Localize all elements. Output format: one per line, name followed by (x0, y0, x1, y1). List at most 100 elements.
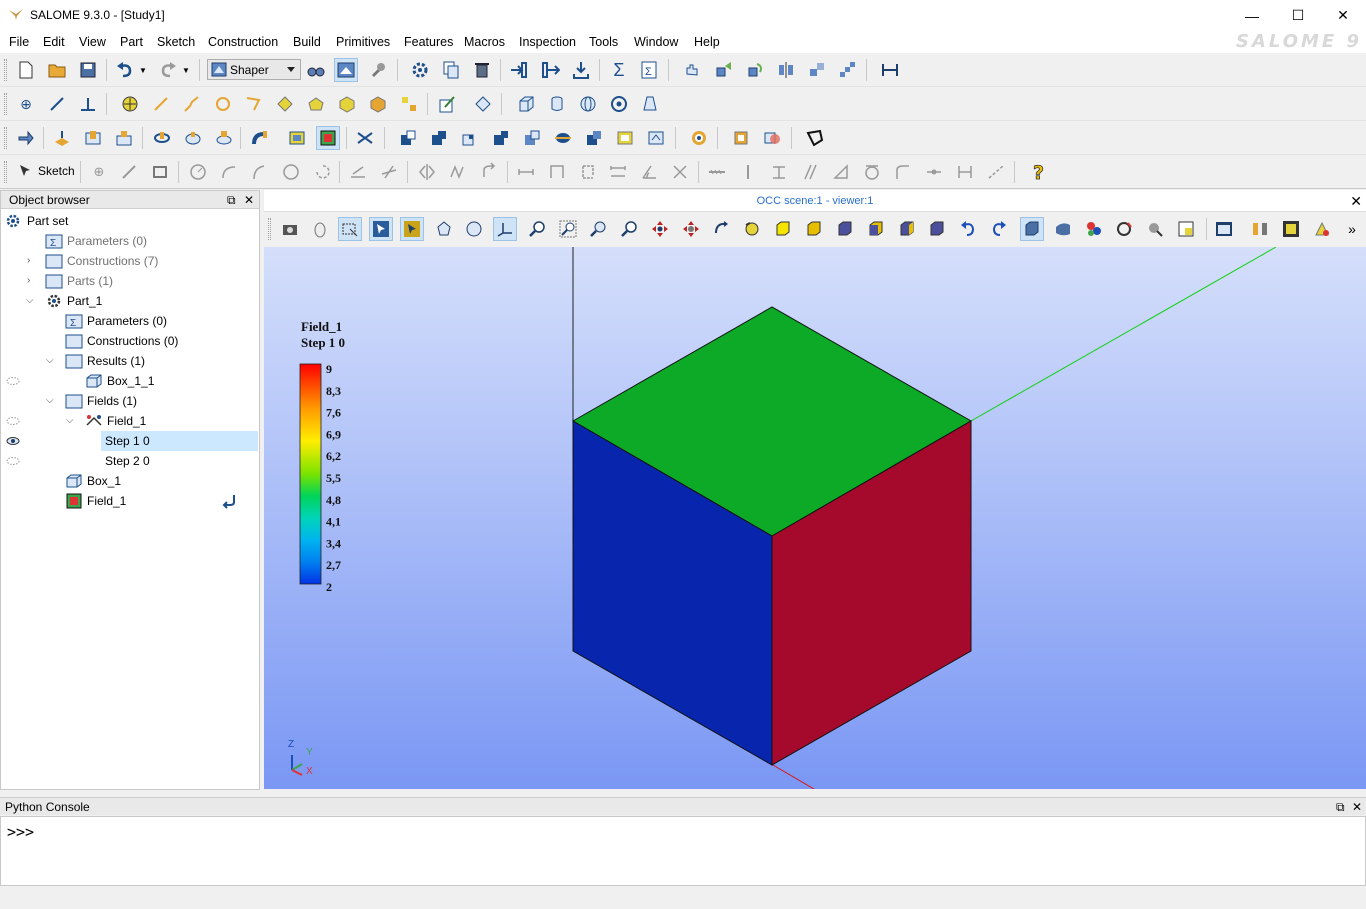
tree-item-part-parameters[interactable]: Σ Parameters (0) (65, 311, 167, 331)
sketch-perpendicular-button[interactable] (829, 160, 853, 184)
polygon-selection-button[interactable] (432, 217, 456, 241)
3d-scene-canvas[interactable]: Field_1 Step 1 0 9 8,3 7,6 6,9 6,2 5,5 4,8 4,1 3… (264, 247, 1366, 789)
python-console-toggle[interactable] (366, 58, 390, 82)
loft-button[interactable] (285, 126, 309, 150)
export-button[interactable] (538, 58, 562, 82)
sketch-line-button[interactable] (117, 160, 141, 184)
group-operations-button[interactable] (760, 126, 784, 150)
global-pan-button[interactable] (679, 217, 703, 241)
recover-button[interactable] (644, 126, 668, 150)
tree-item-step-1-0[interactable]: Step 1 0 (105, 431, 150, 451)
point-button[interactable]: ⊕ (14, 92, 38, 116)
reset-view-button[interactable] (1020, 217, 1044, 241)
scaling-button[interactable] (1143, 217, 1167, 241)
save-document-button[interactable] (76, 58, 100, 82)
tree-item-parameters[interactable]: Σ Parameters (0) (45, 231, 147, 251)
sketch-trim-button[interactable] (545, 160, 569, 184)
close-viewer-icon[interactable]: ✕ (1350, 193, 1362, 210)
front-view-button[interactable] (771, 217, 795, 241)
sketch-equal-button[interactable] (953, 160, 977, 184)
menu-view[interactable]: View (79, 35, 106, 49)
cone-button[interactable] (638, 92, 662, 116)
sketch-button[interactable]: Sketch (18, 163, 75, 179)
redo-button[interactable] (156, 58, 180, 82)
fit-selection-button[interactable] (586, 217, 610, 241)
rotate-clockwise-button[interactable] (987, 217, 1011, 241)
tree-item-constructions[interactable]: Constructions (7) (45, 251, 158, 271)
fuse-button[interactable] (427, 126, 451, 150)
menu-part[interactable]: Part (120, 35, 143, 49)
sketch-mirror-button[interactable] (415, 160, 439, 184)
position-button-3[interactable] (743, 58, 767, 82)
tree-item-results[interactable]: Results (1) (65, 351, 145, 371)
synchronize-button[interactable] (1248, 217, 1272, 241)
sketch-translation-button[interactable] (446, 160, 470, 184)
sketch-offset-button[interactable] (606, 160, 630, 184)
left-view-button[interactable] (895, 217, 919, 241)
cut-button[interactable] (396, 126, 420, 150)
wire-button[interactable] (180, 92, 204, 116)
menu-edit[interactable]: Edit (43, 35, 65, 49)
dump-view-button[interactable] (278, 217, 302, 241)
remove-extra-edges-button[interactable] (613, 126, 637, 150)
pipe-button[interactable] (248, 126, 272, 150)
pan-button[interactable] (648, 217, 672, 241)
multi-translation-button[interactable] (835, 58, 859, 82)
import-button[interactable] (507, 58, 531, 82)
measurement-button[interactable] (878, 58, 902, 82)
visibility-hidden-icon[interactable] (6, 456, 20, 466)
visibility-hidden-icon[interactable] (6, 376, 20, 386)
tree-item-fields[interactable]: Fields (1) (65, 391, 137, 411)
float-panel-icon[interactable]: ⧉ (227, 191, 236, 209)
sketch-point-button[interactable]: ⊕ (87, 160, 111, 184)
tree-item-box-1-1[interactable]: Box_1_1 (85, 371, 154, 391)
split-button[interactable] (551, 126, 575, 150)
view-parameters-button[interactable] (1279, 217, 1303, 241)
float-panel-icon[interactable]: ⧉ (1336, 798, 1345, 816)
menu-sketch[interactable]: Sketch (157, 35, 195, 49)
expand-arrow-icon[interactable]: › (27, 275, 30, 286)
menu-construction[interactable]: Construction (208, 35, 278, 49)
sketch-tangent-button[interactable] (891, 160, 915, 184)
undo-button[interactable] (113, 58, 137, 82)
intersection-button[interactable] (489, 126, 513, 150)
extrusion-cut-button[interactable] (81, 126, 105, 150)
sketch-circle-button[interactable] (186, 160, 210, 184)
extrusion-button[interactable] (50, 126, 74, 150)
sketch-radius-button[interactable] (860, 160, 884, 184)
solid-button[interactable] (335, 92, 359, 116)
multi-selection-button[interactable] (400, 217, 424, 241)
tree-item-part-1[interactable]: Part_1 (45, 291, 102, 311)
collapse-arrow-icon[interactable]: ⌵ (26, 295, 34, 306)
close-panel-icon[interactable]: ✕ (1352, 798, 1362, 816)
minimize-button[interactable]: — (1229, 0, 1275, 31)
compsolid-button[interactable] (366, 92, 390, 116)
collapse-arrow-icon[interactable]: ⌵ (46, 395, 54, 406)
shell-button[interactable] (304, 92, 328, 116)
collapse-arrow-icon[interactable]: ⌵ (66, 415, 74, 426)
menu-tools[interactable]: Tools (589, 35, 618, 49)
compound-button[interactable] (397, 92, 421, 116)
revolution-cut-button[interactable] (181, 126, 205, 150)
fit-area-button[interactable] (556, 217, 580, 241)
sketch-ellipse-button[interactable] (279, 160, 303, 184)
tree-item-field-1[interactable]: Field_1 (85, 411, 146, 431)
clone-view-button[interactable] (1310, 217, 1334, 241)
symmetry-button[interactable] (774, 58, 798, 82)
tree-item-part-constructions[interactable]: Constructions (0) (65, 331, 178, 351)
menu-build[interactable]: Build (293, 35, 321, 49)
sketch-split-button[interactable] (514, 160, 538, 184)
field-button[interactable] (729, 126, 753, 150)
rectangle-selection-button[interactable] (338, 217, 362, 241)
toolbar-grip[interactable] (4, 59, 7, 81)
face-button[interactable] (273, 92, 297, 116)
fit-all-button[interactable] (525, 217, 549, 241)
copy-button[interactable] (439, 58, 463, 82)
sketch-horizontal-button[interactable] (767, 160, 791, 184)
interpolation-button[interactable] (242, 92, 266, 116)
sketch-tangent-arc-button[interactable] (247, 160, 271, 184)
new-document-button[interactable] (14, 58, 38, 82)
polyline-button[interactable] (211, 92, 235, 116)
revolution-button[interactable] (150, 126, 174, 150)
toolbar-grip[interactable] (4, 127, 7, 149)
